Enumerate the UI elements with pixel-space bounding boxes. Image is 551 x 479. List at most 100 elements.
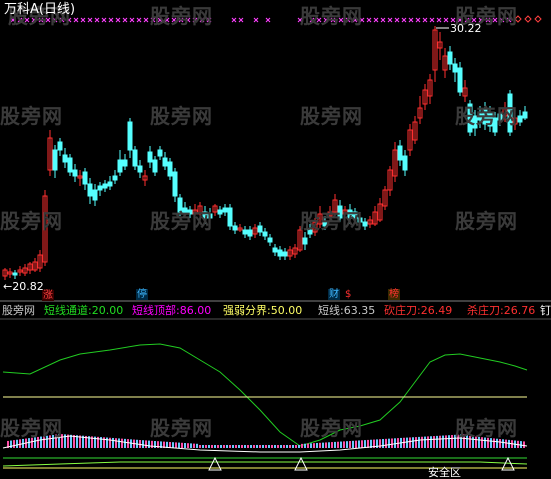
signal-x-marker [408, 17, 414, 23]
chart-window: 股旁网 股旁网 股旁网 股旁网 股旁网 股旁网 股旁网 股旁网 股旁网 股旁网 … [0, 0, 551, 479]
legend-label: 杀庄刀: [467, 304, 504, 317]
candle-body [362, 221, 368, 227]
candle-body [232, 225, 238, 231]
legend-label: 砍庄刀: [384, 304, 421, 317]
candle-body [67, 157, 73, 173]
candle-body [227, 207, 233, 227]
candle-body [167, 161, 173, 177]
candle-body [102, 183, 108, 189]
candle-body [162, 157, 168, 167]
candle-body [277, 249, 283, 257]
signal-x-marker [108, 17, 114, 23]
candle-body [57, 141, 63, 151]
chart-title: 万科A(日线) [4, 2, 76, 17]
signal-tag: 财 [328, 289, 340, 300]
legend-label: 强弱分界: [223, 304, 271, 317]
candle-body [122, 159, 128, 167]
candle-body [217, 209, 223, 215]
signal-x-marker [401, 17, 407, 23]
watermark: 股旁网 [300, 416, 363, 440]
signal-x-marker [429, 17, 435, 23]
legend-value: 26.76 [503, 304, 536, 317]
candle-body [107, 181, 113, 187]
candle-body [257, 225, 263, 233]
signal-x-marker [231, 17, 237, 23]
watermark: 股旁网 [300, 4, 363, 28]
indicator-legend: 股旁网 短线通道:20.00 短线顶部:86.00 强弱分界:50.00 短线:… [0, 304, 551, 318]
legend-cut-dealer-knife: 砍庄刀:26.49 [384, 304, 452, 318]
diamond-marker [534, 15, 542, 23]
candle-body [522, 111, 528, 119]
signal-x-marker [238, 17, 244, 23]
candle-body [302, 237, 308, 245]
watermark: 股旁网 [455, 416, 518, 440]
signal-x-marker [80, 17, 86, 23]
short-line-oscillator [2, 343, 528, 447]
signal-tag: 涨 [42, 290, 54, 301]
signal-tag: 榜 [388, 289, 400, 300]
legend-short-top: 短线顶部:86.00 [132, 304, 211, 318]
legend-label: 短线通道: [44, 304, 92, 317]
signal-x-marker [394, 17, 400, 23]
candle-body [97, 185, 103, 191]
watermark: 股旁网 [300, 209, 363, 233]
low-price-label: ←20.82 [3, 280, 44, 293]
candle-body [132, 149, 138, 167]
candle-body [517, 115, 523, 123]
candle-body [82, 171, 88, 185]
candle-body [272, 247, 278, 253]
candle-body [72, 169, 78, 177]
signal-x-marker [443, 17, 449, 23]
signal-x-marker [373, 17, 379, 23]
candle-body [397, 145, 403, 161]
safe-zone-label: 安全区 [428, 466, 461, 479]
watermark: 股旁网 [455, 209, 518, 233]
legend-label: 短线顶部: [132, 304, 180, 317]
candle-body [247, 229, 253, 237]
signal-x-marker [366, 17, 372, 23]
legend-value: 50.00 [270, 304, 303, 317]
candle-body [117, 159, 123, 173]
legend-value: 86.00 [179, 304, 212, 317]
candlestick-chart[interactable] [0, 0, 551, 479]
signal-x-marker [94, 17, 100, 23]
signal-x-marker [436, 17, 442, 23]
candle-body [87, 183, 93, 197]
indicator-name: 股旁网 [2, 304, 35, 317]
watermark: 股旁网 [150, 4, 213, 28]
watermark: 股旁网 [300, 104, 363, 128]
candle-body [147, 151, 153, 163]
signal-x-marker [115, 17, 121, 23]
candle-body [267, 237, 273, 243]
signal-x-marker [101, 17, 107, 23]
signal-x-marker [415, 17, 421, 23]
signal-tag: $ [344, 289, 353, 300]
signal-x-marker [129, 17, 135, 23]
legend-value: 63.35 [343, 304, 376, 317]
candle-body [152, 159, 158, 173]
signal-x-marker [122, 17, 128, 23]
candle-body [447, 51, 453, 65]
legend-value: 26.49 [420, 304, 453, 317]
signal-x-marker [136, 17, 142, 23]
candle-body [457, 67, 463, 93]
candle-body [172, 171, 178, 197]
signal-x-marker [253, 17, 259, 23]
candle-body [62, 154, 68, 163]
legend-kill-dealer-knife: 杀庄刀:26.76 [467, 304, 535, 318]
candle-body [112, 175, 118, 181]
signal-x-marker [380, 17, 386, 23]
legend-value: 20.00 [91, 304, 124, 317]
candle-body [157, 149, 163, 157]
watermark: 股旁网 [150, 209, 213, 233]
signal-x-marker [387, 17, 393, 23]
watermark: 股旁网 [0, 416, 63, 440]
legend-nail: 钉 [540, 304, 551, 317]
candle-body [222, 207, 228, 213]
watermark: 股旁网 [455, 104, 518, 128]
watermark: 股旁网 [150, 416, 213, 440]
watermark: 股旁网 [0, 104, 63, 128]
legend-label: 短线: [318, 304, 344, 317]
candle-body [452, 63, 458, 73]
candle-body [137, 165, 143, 173]
